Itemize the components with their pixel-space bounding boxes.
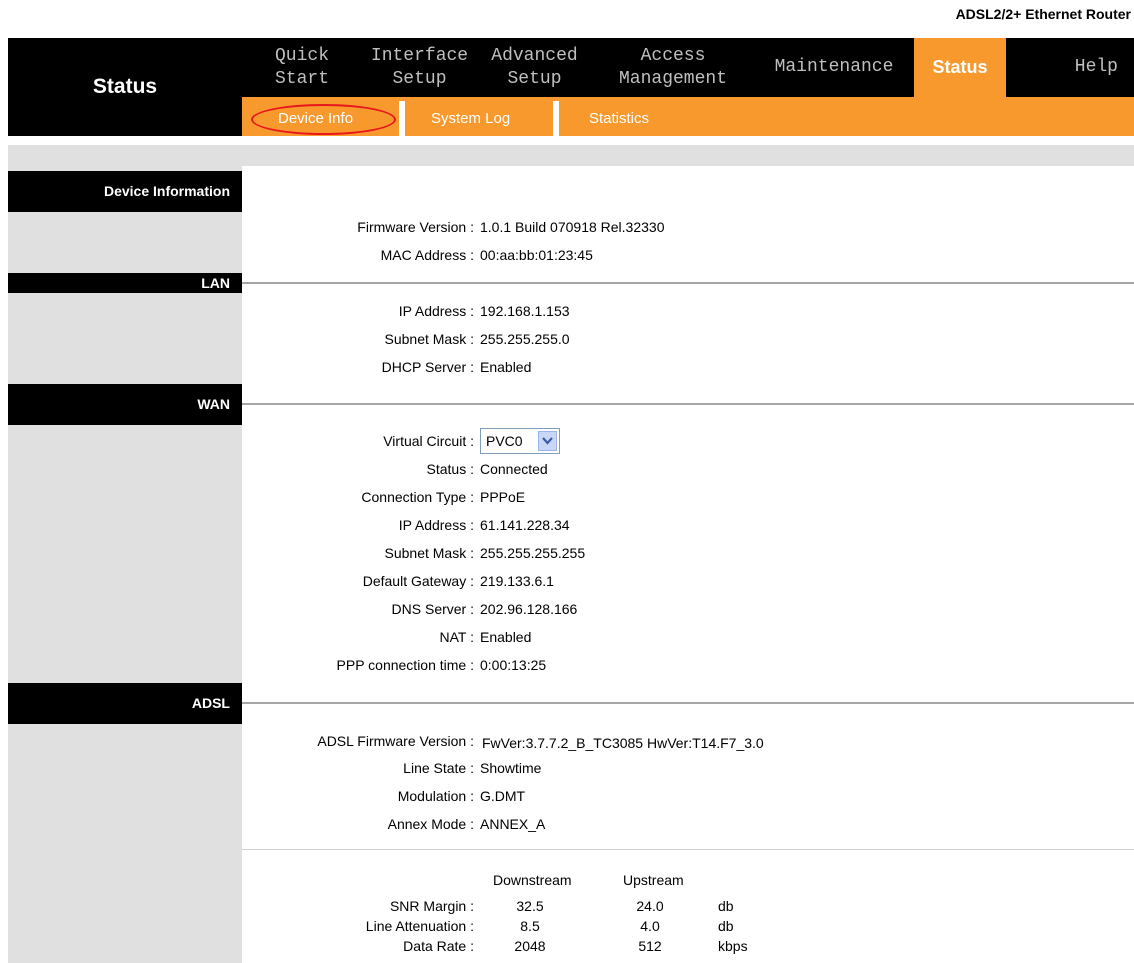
section-lan: LAN bbox=[8, 273, 242, 293]
virtual-circuit-value: PVC0 bbox=[486, 433, 523, 449]
page-section-header: Status bbox=[8, 38, 242, 136]
section-wan: WAN bbox=[8, 384, 242, 425]
dhcp-server-value: Enabled bbox=[480, 359, 532, 375]
firmware-version-value: 1.0.1 Build 070918 Rel.32330 bbox=[480, 219, 665, 235]
product-name: ADSL2/2+ Ethernet Router bbox=[955, 6, 1131, 22]
section-divider bbox=[242, 282, 1134, 284]
dhcp-server-label: DHCP Server : bbox=[381, 359, 474, 375]
section-divider bbox=[242, 849, 1134, 850]
nav-quick-start[interactable]: Quick Start bbox=[242, 38, 362, 97]
nat-label: NAT : bbox=[439, 629, 475, 645]
ppp-time-value: 0:00:13:25 bbox=[480, 657, 547, 673]
snr-down-value: 32.5 bbox=[516, 898, 544, 914]
section-divider bbox=[242, 702, 1134, 704]
wan-subnet-label: Subnet Mask : bbox=[384, 545, 475, 561]
chevron-down-icon[interactable] bbox=[538, 431, 557, 451]
wan-ip-value: 61.141.228.34 bbox=[480, 517, 570, 533]
adsl-firmware-value: FwVer:3.7.7.2_B_TC3085 HwVer:T14.F7_3.0 bbox=[482, 735, 764, 751]
stats-header-upstream: Upstream bbox=[623, 872, 684, 888]
nav-interface-setup[interactable]: Interface Setup bbox=[362, 38, 477, 97]
subnav-divider bbox=[553, 101, 559, 136]
snr-unit: db bbox=[718, 898, 734, 914]
data-rate-down-value: 2048 bbox=[514, 938, 546, 954]
subnav-system-log[interactable]: System Log bbox=[431, 110, 510, 127]
subnav-statistics[interactable]: Statistics bbox=[589, 110, 649, 127]
default-gateway-value: 219.133.6.1 bbox=[480, 573, 554, 589]
data-rate-unit: kbps bbox=[718, 938, 748, 954]
nav-maintenance[interactable]: Maintenance bbox=[754, 38, 914, 97]
main-nav: Quick Start Interface Setup Advanced Set… bbox=[242, 38, 1134, 97]
section-adsl: ADSL bbox=[8, 683, 242, 724]
dns-server-label: DNS Server : bbox=[391, 601, 474, 617]
nav-advanced-setup[interactable]: Advanced Setup bbox=[477, 38, 592, 97]
highlight-oval bbox=[251, 104, 396, 135]
mac-address-label: MAC Address : bbox=[380, 247, 474, 263]
virtual-circuit-select[interactable]: PVC0 bbox=[480, 428, 560, 454]
adsl-firmware-label: ADSL Firmware Version : bbox=[317, 733, 474, 749]
wan-status-value: Connected bbox=[480, 461, 548, 477]
nav-status[interactable]: Status bbox=[914, 38, 1006, 97]
wan-subnet-value: 255.255.255.255 bbox=[480, 545, 586, 561]
snr-up-value: 24.0 bbox=[636, 898, 664, 914]
section-device-information: Device Information bbox=[8, 171, 242, 212]
attenuation-unit: db bbox=[718, 918, 734, 934]
section-divider bbox=[242, 403, 1134, 405]
attenuation-down-value: 8.5 bbox=[520, 918, 540, 934]
wan-status-label: Status : bbox=[426, 461, 474, 477]
virtual-circuit-label: Virtual Circuit : bbox=[383, 433, 474, 449]
ppp-time-label: PPP connection time : bbox=[336, 657, 474, 673]
lan-subnet-label: Subnet Mask : bbox=[384, 331, 475, 347]
connection-type-value: PPPoE bbox=[480, 489, 526, 505]
attenuation-up-value: 4.0 bbox=[640, 918, 660, 934]
lan-subnet-value: 255.255.255.0 bbox=[480, 331, 570, 347]
connection-type-label: Connection Type : bbox=[361, 489, 474, 505]
data-rate-up-value: 512 bbox=[638, 938, 662, 954]
dns-server-value: 202.96.128.166 bbox=[480, 601, 578, 617]
firmware-version-label: Firmware Version : bbox=[357, 219, 474, 235]
annex-mode-label: Annex Mode : bbox=[387, 816, 474, 832]
spacer-band bbox=[8, 145, 1134, 166]
line-attenuation-label: Line Attenuation : bbox=[365, 918, 474, 934]
mac-address-value: 00:aa:bb:01:23:45 bbox=[480, 247, 593, 263]
modulation-label: Modulation : bbox=[397, 788, 474, 804]
annex-mode-value: ANNEX_A bbox=[480, 816, 546, 832]
default-gateway-label: Default Gateway : bbox=[362, 573, 474, 589]
stats-header-downstream: Downstream bbox=[493, 872, 572, 888]
subnav-divider bbox=[399, 101, 405, 136]
modulation-value: G.DMT bbox=[480, 788, 526, 804]
wan-ip-label: IP Address : bbox=[398, 517, 474, 533]
snr-margin-label: SNR Margin : bbox=[389, 898, 474, 914]
nat-value: Enabled bbox=[480, 629, 532, 645]
line-state-value: Showtime bbox=[480, 760, 542, 776]
lan-ip-label: IP Address : bbox=[398, 303, 474, 319]
nav-access-management[interactable]: Access Management bbox=[592, 38, 754, 97]
page-title: Status bbox=[92, 75, 158, 98]
lan-ip-value: 192.168.1.153 bbox=[480, 303, 570, 319]
line-state-label: Line State : bbox=[403, 760, 474, 776]
nav-help[interactable]: Help bbox=[1006, 38, 1134, 97]
data-rate-label: Data Rate : bbox=[403, 938, 474, 954]
